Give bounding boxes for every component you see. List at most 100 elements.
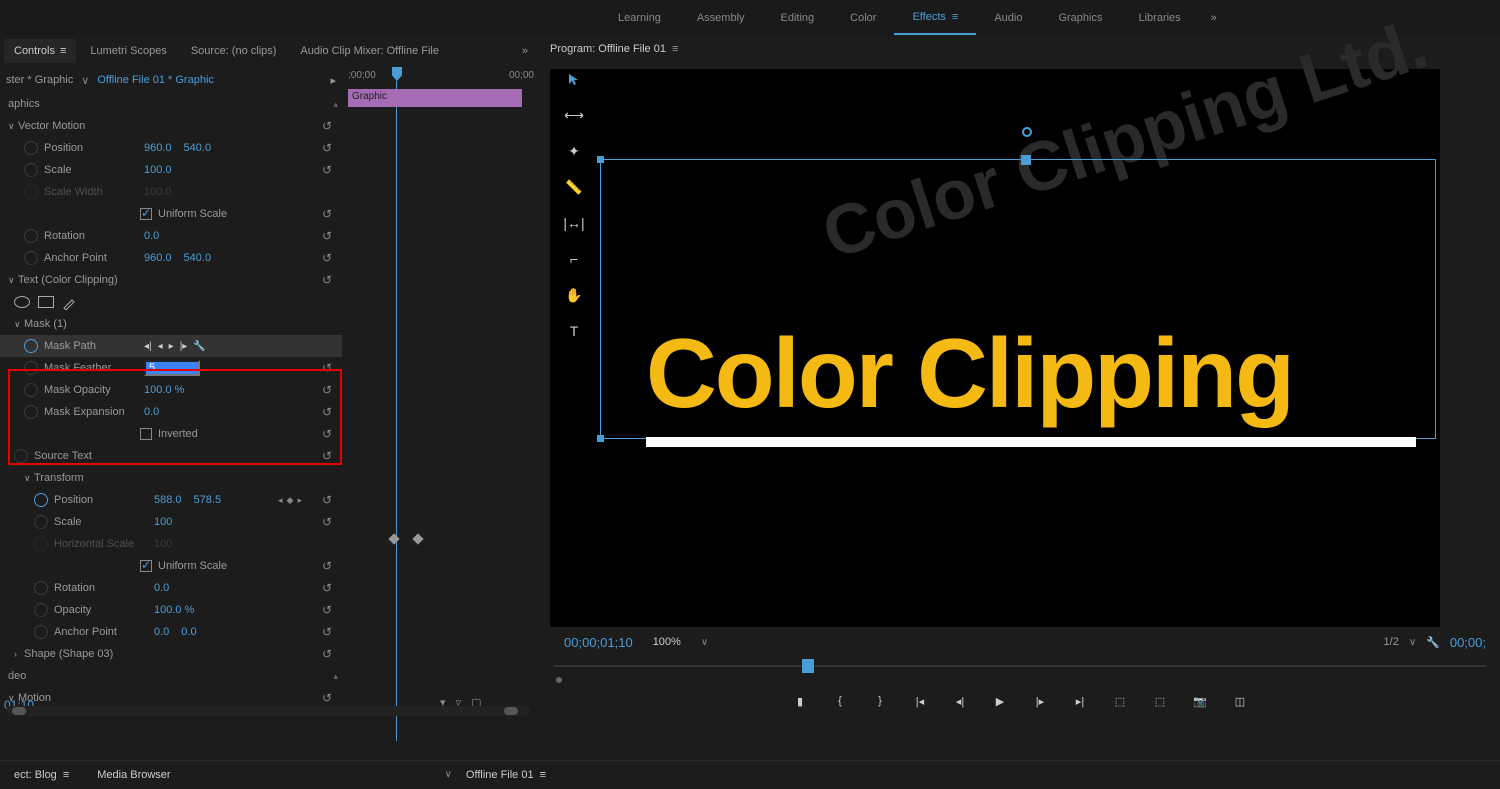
reset-icon[interactable]: [322, 273, 336, 287]
reset-icon[interactable]: [322, 163, 336, 177]
resize-handle[interactable]: [597, 435, 604, 442]
align-tool-icon[interactable]: |↔|: [563, 212, 585, 234]
go-to-in-icon[interactable]: |◂: [910, 691, 930, 711]
clip-bar[interactable]: Graphic: [348, 89, 522, 107]
resolution-label[interactable]: 1/2: [1384, 636, 1399, 648]
program-viewer[interactable]: Color Clipping Ltd. Color Clipping: [550, 69, 1440, 627]
tab-color[interactable]: Color: [832, 0, 894, 35]
scrub-bar[interactable]: [554, 657, 1486, 683]
mark-in-icon[interactable]: ▮: [790, 691, 810, 711]
prev-kf-icon[interactable]: ◂: [278, 495, 283, 506]
stopwatch-icon[interactable]: [24, 251, 38, 265]
in-point-icon[interactable]: [556, 677, 562, 683]
chevron-down-icon[interactable]: ∨: [445, 769, 452, 780]
stopwatch-icon[interactable]: [34, 603, 48, 617]
sequence-clip-label[interactable]: Offline File 01 * Graphic: [97, 74, 214, 86]
vertical-tool-icon[interactable]: ⟷: [563, 104, 585, 126]
effect-timeline[interactable]: :00;00 00;00 Graphic: [342, 67, 540, 757]
reset-icon[interactable]: [322, 581, 336, 595]
reset-icon[interactable]: [322, 427, 336, 441]
stopwatch-icon[interactable]: [34, 515, 48, 529]
transform-section[interactable]: ∨Transform: [0, 467, 342, 489]
stopwatch-icon[interactable]: [24, 229, 38, 243]
lumetri-scopes-tab[interactable]: Lumetri Scopes: [80, 39, 176, 63]
stopwatch-icon[interactable]: [24, 361, 38, 375]
mask-section[interactable]: ∨Mask (1): [0, 313, 342, 335]
stopwatch-icon[interactable]: [34, 581, 48, 595]
extract-icon[interactable]: ⬚: [1150, 691, 1170, 711]
stopwatch-icon[interactable]: [24, 339, 38, 353]
in-bracket-icon[interactable]: {: [830, 691, 850, 711]
media-browser-tab[interactable]: Media Browser: [83, 761, 184, 789]
video-section[interactable]: deo▴: [0, 665, 342, 687]
first-keyframe-icon[interactable]: ◂|: [144, 341, 152, 352]
uniform-scale-checkbox[interactable]: [140, 560, 152, 572]
tab-editing[interactable]: Editing: [763, 0, 833, 35]
text-effect-section[interactable]: ∨Text (Color Clipping): [0, 269, 342, 291]
stopwatch-icon[interactable]: [24, 163, 38, 177]
uniform-scale-checkbox[interactable]: [140, 208, 152, 220]
wrench-icon[interactable]: 🔧: [193, 341, 205, 352]
tab-effects[interactable]: Effects≡: [894, 0, 976, 35]
step-back-icon[interactable]: ◂|: [950, 691, 970, 711]
reset-icon[interactable]: [322, 361, 336, 375]
rect-tool-icon[interactable]: ⌐: [563, 248, 585, 270]
stopwatch-icon[interactable]: [34, 493, 48, 507]
effect-controls-tab[interactable]: Controls≡: [4, 39, 76, 63]
reset-icon[interactable]: [322, 691, 336, 705]
graphic-text[interactable]: Color Clipping: [646, 317, 1293, 430]
playhead-icon[interactable]: [392, 67, 402, 81]
add-kf-icon[interactable]: ◆: [287, 495, 294, 506]
reset-icon[interactable]: [322, 625, 336, 639]
type-tool-icon[interactable]: T: [563, 320, 585, 342]
reset-icon[interactable]: [322, 251, 336, 265]
reset-icon[interactable]: [322, 229, 336, 243]
tab-assembly[interactable]: Assembly: [679, 0, 763, 35]
keyframe-icon[interactable]: [388, 533, 399, 544]
reset-icon[interactable]: [322, 647, 336, 661]
zoom-level[interactable]: 100%: [653, 636, 681, 648]
reset-icon[interactable]: [322, 603, 336, 617]
pivot-handle[interactable]: [1021, 155, 1031, 165]
tab-audio[interactable]: Audio: [976, 0, 1040, 35]
cursor-tool-icon[interactable]: [563, 68, 585, 90]
tab-graphics-ws[interactable]: Graphics: [1040, 0, 1120, 35]
wrench-icon[interactable]: 🔧: [1426, 636, 1440, 649]
horizontal-scrollbar[interactable]: [6, 706, 530, 716]
reset-icon[interactable]: [322, 515, 336, 529]
rect-mask-button[interactable]: [38, 296, 54, 308]
master-clip-label[interactable]: ster * Graphic: [6, 74, 73, 86]
reset-icon[interactable]: [322, 449, 336, 463]
reset-icon[interactable]: [322, 559, 336, 573]
reset-icon[interactable]: [322, 207, 336, 221]
resize-handle[interactable]: [597, 156, 604, 163]
chevron-down-icon[interactable]: ∨: [81, 74, 89, 87]
ellipse-mask-button[interactable]: [14, 296, 30, 308]
lift-icon[interactable]: ⬚: [1110, 691, 1130, 711]
tab-libraries[interactable]: Libraries: [1120, 0, 1198, 35]
mask-feather-input[interactable]: [144, 360, 200, 376]
scrub-handle[interactable]: [802, 659, 814, 673]
current-timecode[interactable]: 00;00;01;10: [564, 635, 633, 650]
graphic-underline[interactable]: [646, 437, 1416, 447]
project-tab[interactable]: ect: Blog≡: [0, 761, 83, 789]
graphics-section[interactable]: aphics▴: [0, 93, 342, 115]
scrollbar-thumb[interactable]: [504, 707, 518, 715]
crop-tool-icon[interactable]: ✦: [563, 140, 585, 162]
next-keyframe-icon[interactable]: |▸: [180, 341, 188, 352]
reset-icon[interactable]: [322, 141, 336, 155]
step-forward-icon[interactable]: |▸: [1030, 691, 1050, 711]
play-icon[interactable]: ▶: [990, 691, 1010, 711]
prev-keyframe-icon[interactable]: ◂: [158, 341, 163, 352]
chevron-down-icon[interactable]: ∨: [701, 637, 708, 648]
pivot-icon[interactable]: [1022, 127, 1032, 137]
vector-motion-section[interactable]: ∨Vector Motion: [0, 115, 342, 137]
reset-icon[interactable]: [322, 383, 336, 397]
camera-icon[interactable]: 📷: [1190, 691, 1210, 711]
next-kf-icon[interactable]: ▸: [297, 495, 302, 506]
stopwatch-icon[interactable]: [24, 141, 38, 155]
sequence-tab[interactable]: Offline File 01≡: [452, 761, 560, 789]
go-to-out-icon[interactable]: ▸|: [1070, 691, 1090, 711]
panel-overflow-icon[interactable]: »: [514, 45, 536, 57]
ruler-tool-icon[interactable]: 📏: [563, 176, 585, 198]
